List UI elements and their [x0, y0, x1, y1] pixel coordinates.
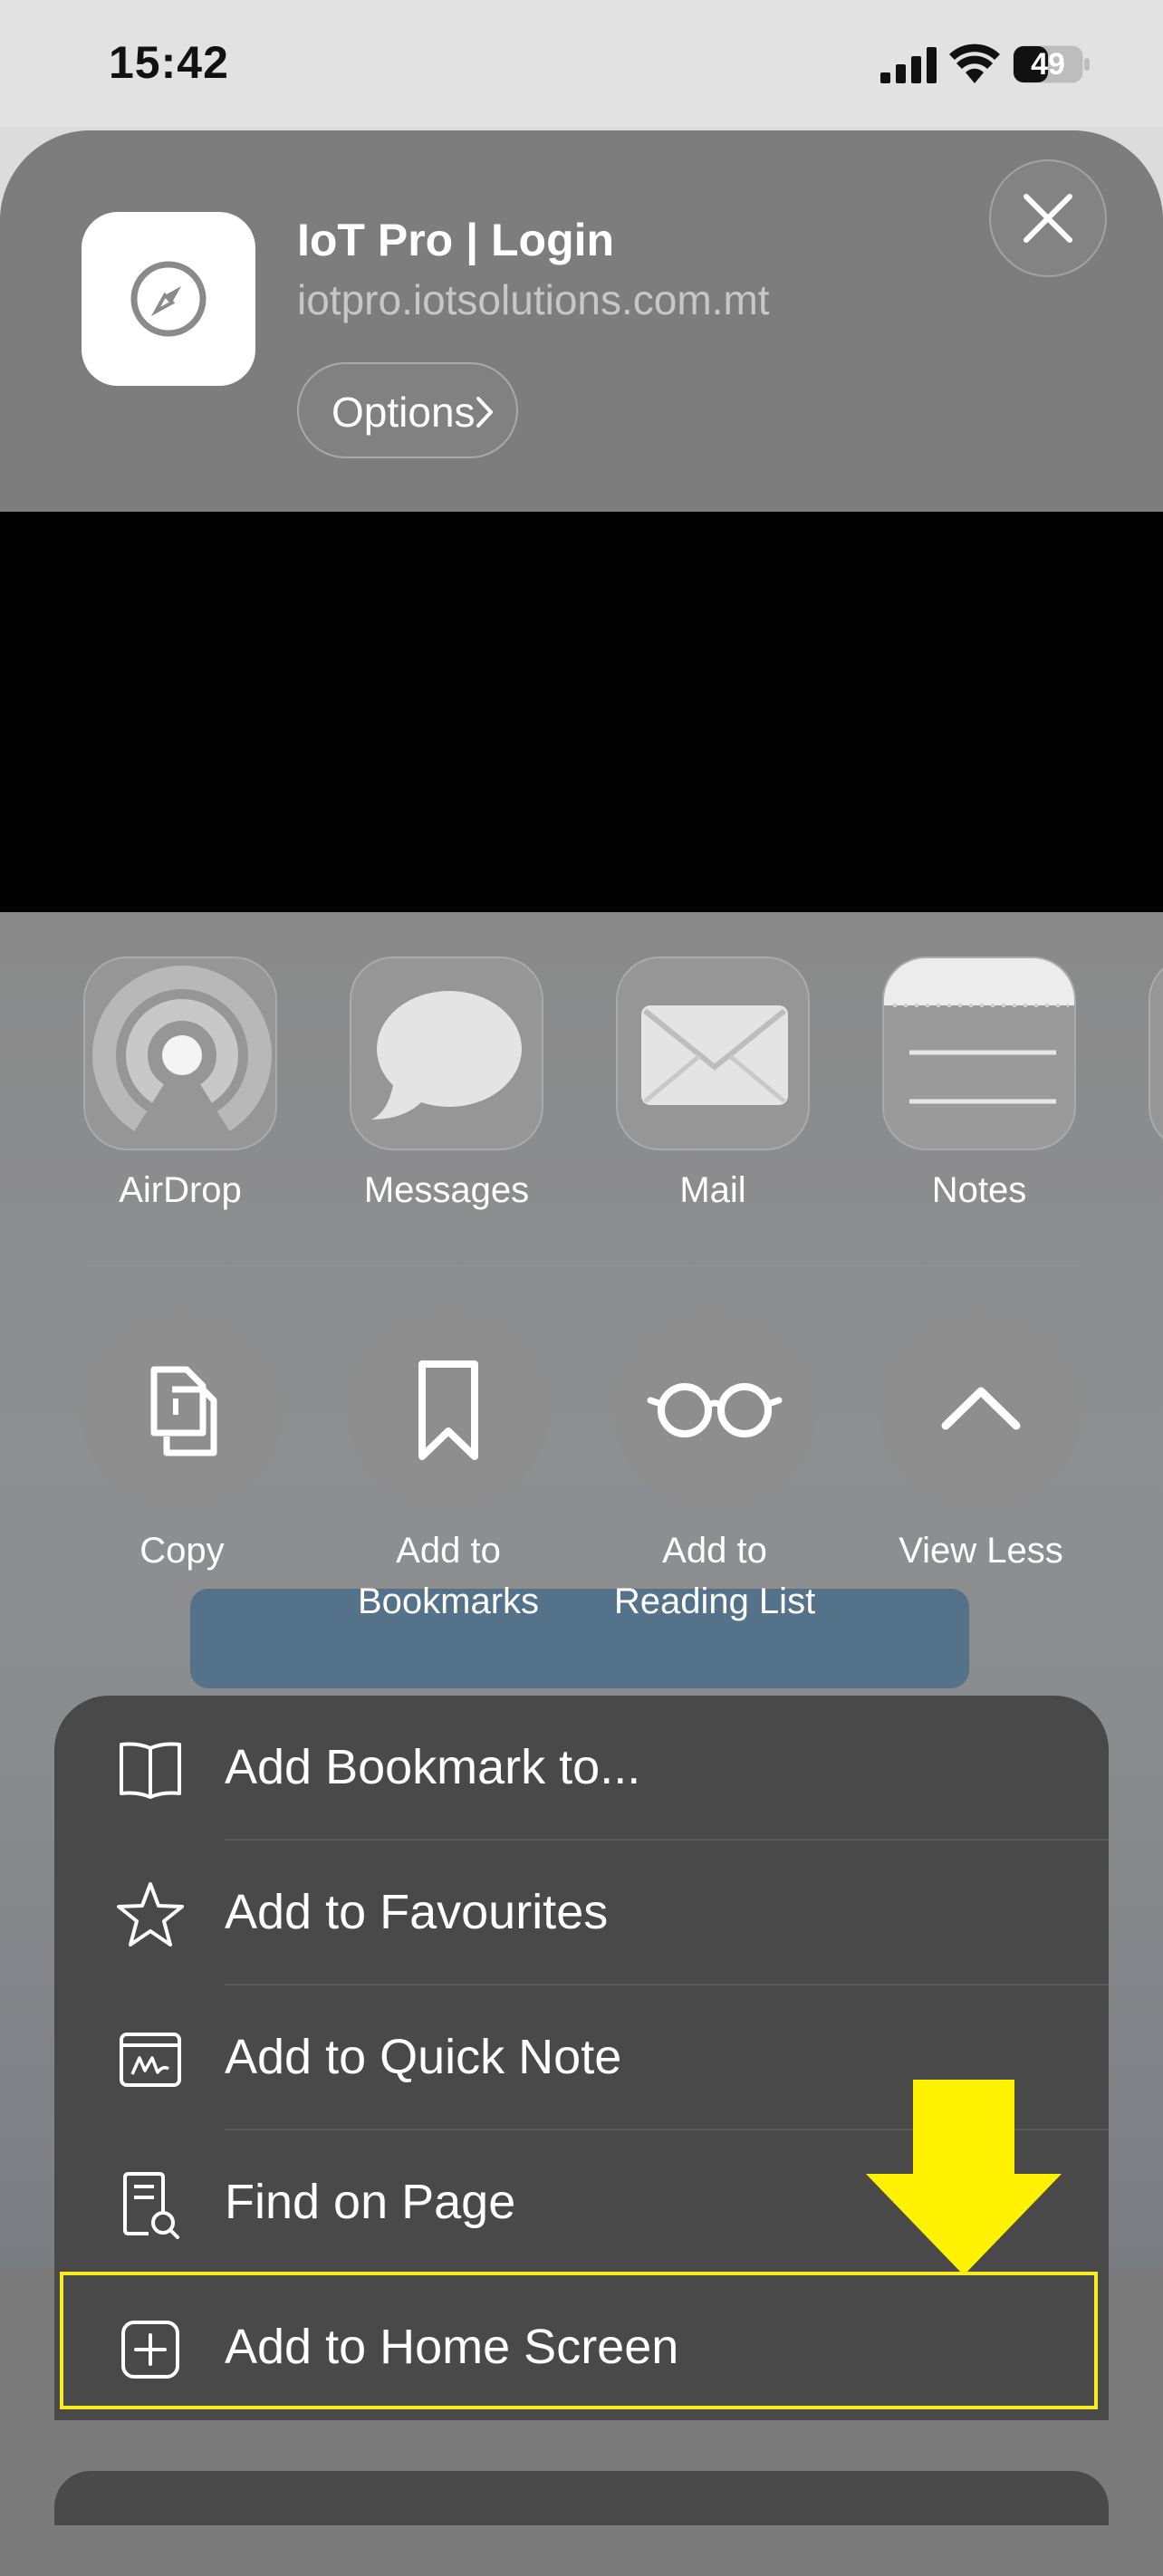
action-label: View Less — [899, 1531, 1063, 1571]
share-target-more[interactable] — [1149, 956, 1163, 1150]
book-icon — [120, 1742, 181, 1799]
page-url: iotpro.iotsolutions.com.mt — [297, 276, 770, 323]
share-target-label: Messages — [363, 1170, 530, 1210]
compass-icon — [130, 261, 207, 337]
section-divider — [82, 1264, 1081, 1266]
menu-item-add-bookmark-to[interactable]: Add Bookmark to... — [54, 1696, 1109, 1839]
battery-level: 49 — [1031, 47, 1065, 82]
star-icon — [117, 1882, 184, 1946]
close-button[interactable] — [989, 159, 1107, 277]
safari-app-icon — [82, 212, 255, 386]
options-button[interactable]: Options — [297, 362, 518, 458]
menu-item-label: Add to Quick Note — [225, 2030, 622, 2084]
share-target-label: Mail — [679, 1170, 746, 1210]
status-bar: 15:42 49 — [0, 0, 1163, 127]
action-view-less[interactable]: View Less — [868, 1310, 1094, 1576]
share-target-notes[interactable]: Notes — [882, 956, 1076, 1211]
chevron-up-icon — [941, 1387, 1021, 1430]
action-label: Add to Reading List — [613, 1531, 816, 1621]
menu-item-add-to-favourites[interactable]: Add to Favourites — [54, 1841, 1109, 1984]
action-label: Copy — [139, 1531, 225, 1571]
mail-icon — [641, 1005, 788, 1105]
chevron-right-icon — [476, 397, 493, 428]
action-copy[interactable]: Copy — [69, 1310, 295, 1576]
share-target-label: AirDrop — [119, 1170, 242, 1210]
share-target-airdrop[interactable]: AirDrop — [83, 956, 277, 1211]
page-title: IoT Pro | Login — [297, 215, 615, 265]
highlight-box — [60, 2272, 1098, 2409]
share-target-mail[interactable]: Mail — [616, 956, 810, 1211]
action-label: Add to Bookmarks — [357, 1531, 540, 1621]
blurred-background-button — [190, 1589, 969, 1688]
share-target-messages[interactable]: Messages — [350, 956, 543, 1211]
close-icon — [1024, 194, 1072, 243]
glasses-icon — [647, 1383, 783, 1437]
status-time: 15:42 — [109, 37, 229, 88]
menu-item-label: Find on Page — [225, 2175, 516, 2229]
messages-icon — [371, 991, 522, 1120]
notes-icon — [884, 958, 1074, 1104]
action-add-to-reading-list[interactable]: Add to Reading List — [601, 1310, 828, 1627]
airdrop-icon — [92, 966, 272, 1149]
cellular-signal-icon — [880, 47, 937, 83]
wifi-icon — [949, 43, 1000, 83]
menu-item-label: Add to Favourites — [225, 1885, 609, 1939]
copy-icon — [150, 1366, 217, 1456]
find-on-page-icon — [123, 2172, 179, 2239]
share-target-label: Notes — [931, 1170, 1027, 1210]
bookmark-icon — [418, 1360, 478, 1460]
menu-item-label: Add Bookmark to... — [225, 1740, 641, 1794]
action-add-to-bookmarks[interactable]: Add to Bookmarks — [335, 1310, 562, 1627]
arrow-down-icon — [866, 2080, 1062, 2275]
options-label: Options — [332, 389, 476, 436]
redacted-area — [0, 512, 1163, 912]
quick-note-icon — [120, 2033, 181, 2087]
bottom-menu-card — [54, 2471, 1109, 2525]
